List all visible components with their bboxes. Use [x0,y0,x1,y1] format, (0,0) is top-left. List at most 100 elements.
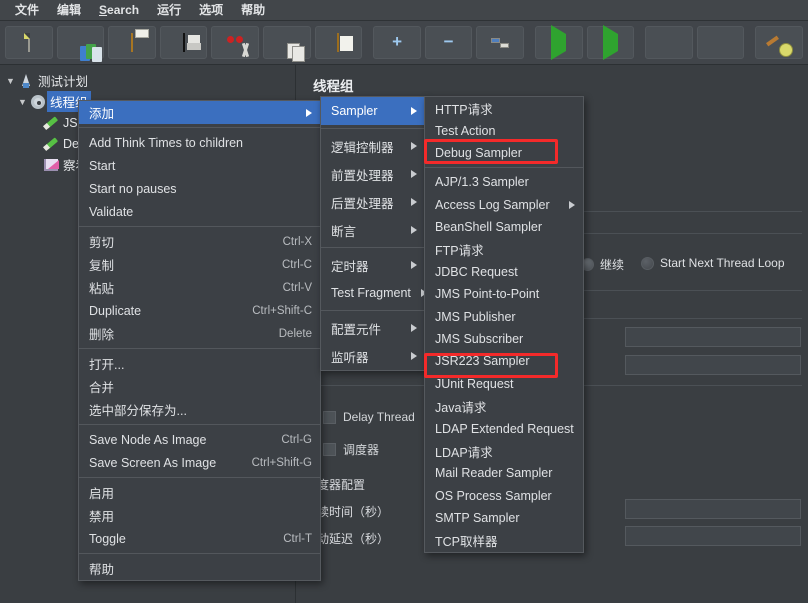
context-menu-item-18[interactable]: Save Screen As Image Ctrl+Shift-G [79,451,320,474]
cut-button[interactable] [211,26,260,59]
context-menu-item-0[interactable]: 添加 [79,101,320,124]
context-menu-item-22[interactable]: Toggle Ctrl-T [79,527,320,550]
collapse-all-button[interactable]: − [424,26,473,59]
context-menu-item-7[interactable]: 剪切 Ctrl-X [79,230,320,253]
clear-all-button[interactable] [755,26,804,59]
add-submenu[interactable]: Sampler 逻辑控制器前置处理器 后置处理器 断言定时器 Test Fragment… [320,96,427,371]
context-menu-item-10[interactable]: Duplicate Ctrl+Shift-C [79,299,320,322]
sampler-submenu-item-11[interactable]: JMS Subscriber [425,328,583,350]
jsr223-pencil-icon [42,116,60,130]
checkbox-box [323,410,336,424]
duration-input[interactable] [625,499,801,519]
startup-delay-input[interactable] [625,526,801,546]
save-button[interactable] [159,26,208,59]
context-menu-item-24[interactable]: 帮助 [79,557,320,580]
tree-context-menu[interactable]: 添加 Add Think Times to children Start Start … [78,100,321,581]
context-menu-item-15[interactable]: 选中部分保存为... [79,398,320,421]
sampler-submenu-item-7[interactable]: FTP请求 [425,238,583,260]
open-button[interactable] [108,26,156,59]
expand-all-button[interactable]: + [373,26,421,59]
radio-start-next-thread-loop[interactable]: Start Next Thread Loop [641,256,785,270]
context-menu-item-9[interactable]: 粘贴 Ctrl-V [79,276,320,299]
context-menu-item-5[interactable]: Validate [79,200,320,223]
add-submenu-item-label: 逻辑控制器 [331,140,394,155]
templates-button[interactable] [56,26,105,62]
page-title: 线程组 [313,79,354,94]
new-button[interactable] [5,26,53,59]
sampler-submenu-item-16[interactable]: LDAP请求 [425,440,583,462]
checkbox-delay-thread[interactable]: Delay Thread [323,410,415,424]
add-submenu-item-0[interactable]: Sampler [321,97,425,125]
add-submenu-item-label: Sampler [331,104,378,118]
sampler-submenu-item-15[interactable]: LDAP Extended Request [425,417,583,439]
sampler-submenu-item-5[interactable]: Access Log Sampler [425,194,583,216]
add-submenu-item-4[interactable]: 后置处理器 [321,188,425,216]
field-row[interactable] [625,355,801,375]
menubar-item-1[interactable]: 编辑 [48,1,90,20]
checkbox-scheduler[interactable]: 调度器 [323,441,379,458]
sampler-submenu-item-17[interactable]: Mail Reader Sampler [425,462,583,484]
add-submenu-item-10[interactable]: 配置元件 [321,314,425,342]
context-menu-item-14[interactable]: 合并 [79,375,320,398]
sampler-submenu-item-12[interactable]: JSR223 Sampler [425,350,583,372]
context-menu-item-21[interactable]: 禁用 [79,504,320,527]
sampler-submenu-item-label: JMS Subscriber [435,332,524,347]
copy-button[interactable] [263,26,311,62]
sampler-submenu-item-4[interactable]: AJP/1.3 Sampler [425,171,583,193]
context-menu-item-13[interactable]: 打开... [79,352,320,375]
sampler-submenu[interactable]: HTTP请求 Test Action Debug Sampler AJP/1.3 Sa… [424,96,584,553]
context-menu-item-8[interactable]: 复制 Ctrl-C [79,253,320,276]
menubar-item-4[interactable]: 选项 [190,1,232,20]
context-menu-item-17[interactable]: Save Node As Image Ctrl-G [79,428,320,451]
menubar-item-0[interactable]: 文件 [6,1,48,20]
menubar-item-2[interactable]: Search [90,1,148,20]
context-menu-item-4[interactable]: Start no pauses [79,177,320,200]
chevron-down-icon[interactable]: ▼ [4,76,17,86]
sampler-submenu-item-18[interactable]: OS Process Sampler [425,485,583,507]
add-submenu-item-3[interactable]: 前置处理器 [321,160,425,188]
start-no-pauses-button[interactable] [586,24,635,60]
context-menu-item-11[interactable]: 删除 Delete [79,322,320,345]
context-menu-divider [79,477,320,478]
sampler-submenu-divider [425,167,583,169]
radio-label: Start Next Thread Loop [660,256,785,270]
chevron-right-icon [569,200,575,209]
sampler-submenu-item-10[interactable]: JMS Publisher [425,306,583,328]
context-menu-item-3[interactable]: Start [79,154,320,177]
context-menu-item-2[interactable]: Add Think Times to children [79,131,320,154]
chevron-down-icon[interactable]: ▼ [16,97,29,107]
toggle-button[interactable] [476,26,525,59]
add-submenu-item-2[interactable]: 逻辑控制器 [321,132,425,160]
add-submenu-item-11[interactable]: 监听器 [321,342,425,370]
sampler-submenu-item-1[interactable]: Test Action [425,119,583,141]
sampler-submenu-item-6[interactable]: BeanShell Sampler [425,216,583,238]
sampler-submenu-item-9[interactable]: JMS Point-to-Point [425,283,583,305]
add-submenu-item-5[interactable]: 断言 [321,216,425,244]
menubar-item-3[interactable]: 运行 [148,1,190,20]
stop-button[interactable] [645,26,693,59]
plus-icon: + [392,32,402,51]
menubar-item-5[interactable]: 帮助 [232,1,274,20]
add-submenu-item-7[interactable]: 定时器 [321,251,425,279]
shutdown-button[interactable] [696,26,745,59]
context-menu-item-label: Start no pauses [89,181,177,196]
sampler-submenu-item-8[interactable]: JDBC Request [425,261,583,283]
sampler-submenu-item-19[interactable]: SMTP Sampler [425,507,583,529]
sampler-submenu-item-label: OS Process Sampler [435,488,552,503]
field-row[interactable] [625,327,801,347]
context-menu-item-20[interactable]: 启用 [79,481,320,504]
paste-button[interactable] [314,26,363,59]
sampler-submenu-item-2[interactable]: Debug Sampler [425,142,583,164]
radio-continue[interactable]: 继续 [581,256,624,273]
sampler-submenu-item-14[interactable]: Java请求 [425,395,583,417]
context-menu-item-label: Start [89,158,116,173]
tree-node-test-plan[interactable]: ▼ 测试计划 [0,70,295,91]
sampler-submenu-item-label: Mail Reader Sampler [435,466,553,481]
sampler-submenu-item-0[interactable]: HTTP请求 [425,97,583,119]
start-button[interactable] [535,24,583,60]
sampler-submenu-item-20[interactable]: TCP取样器 [425,529,583,551]
thread-group-gear-icon [29,94,47,109]
context-menu-item-label: 合并 [89,381,115,395]
sampler-submenu-item-13[interactable]: JUnit Request [425,373,583,395]
add-submenu-item-8[interactable]: Test Fragment [321,279,427,307]
